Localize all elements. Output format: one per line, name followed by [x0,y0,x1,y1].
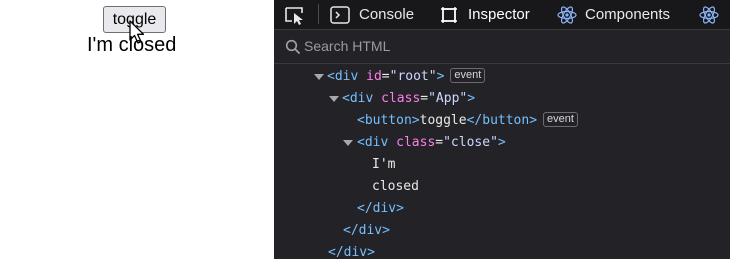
tag-name: <div [357,135,389,150]
tab-console[interactable]: Console [330,0,414,29]
page-viewport: toggle I'm closed [0,0,274,259]
node-text: toggle [419,113,467,128]
element-picker-button[interactable] [284,0,306,29]
expand-toggle-icon[interactable] [329,96,339,102]
tree-closing-tag[interactable]: </div> [357,198,404,219]
tag-bracket: > [497,135,506,150]
expand-toggle-icon[interactable] [343,140,353,146]
attr-value: "App" [428,91,468,106]
tag-bracket: > [436,69,445,84]
react-icon [557,5,577,24]
tab-components-label: Components [585,6,671,23]
tag-bracket: > [467,91,476,106]
tree-closing-tag[interactable]: </div> [328,242,375,259]
status-text: I'm closed [87,34,177,56]
tree-node-close[interactable]: <div class="close"> [343,132,506,153]
tree-closing-tag[interactable]: </div> [343,220,390,241]
attr-name: id [366,69,382,84]
attr-value: "root" [389,69,437,84]
devtools-panel: Console Inspector Components Search HTML… [274,0,730,259]
tag-name: <button> [357,113,420,128]
tree-node-button[interactable]: <button>toggle</button> event [357,110,578,131]
tab-react-profiler[interactable] [699,0,719,29]
event-badge[interactable]: event [450,68,486,83]
tag-name: <div [327,69,359,84]
tab-console-label: Console [359,6,415,23]
event-badge[interactable]: event [543,112,578,127]
search-html-bar [274,30,730,64]
toolbar-separator [318,4,319,24]
attr-name: class [396,135,436,150]
react-icon [699,5,719,24]
console-icon [330,5,350,24]
tag-name: </button> [466,113,538,128]
inspector-icon [441,6,457,23]
tag-name: <div [342,91,374,106]
tree-text-node[interactable]: closed [372,176,419,197]
tab-inspector[interactable]: Inspector [440,0,530,29]
expand-toggle-icon[interactable] [314,74,324,80]
attr-name: class [381,91,421,106]
devtools-toolbar: Console Inspector Components [274,0,730,30]
tree-text-node[interactable]: I'm [372,154,395,175]
element-picker-icon [285,6,303,25]
tree-node-app[interactable]: <div class="App"> [329,88,475,109]
tab-inspector-label: Inspector [468,6,530,23]
tab-components[interactable]: Components [557,0,670,29]
attr-value: "close" [443,135,498,150]
tree-node-root[interactable]: <div id="root"> event [314,66,486,87]
search-icon [285,39,301,55]
search-html-input[interactable] [304,36,604,56]
